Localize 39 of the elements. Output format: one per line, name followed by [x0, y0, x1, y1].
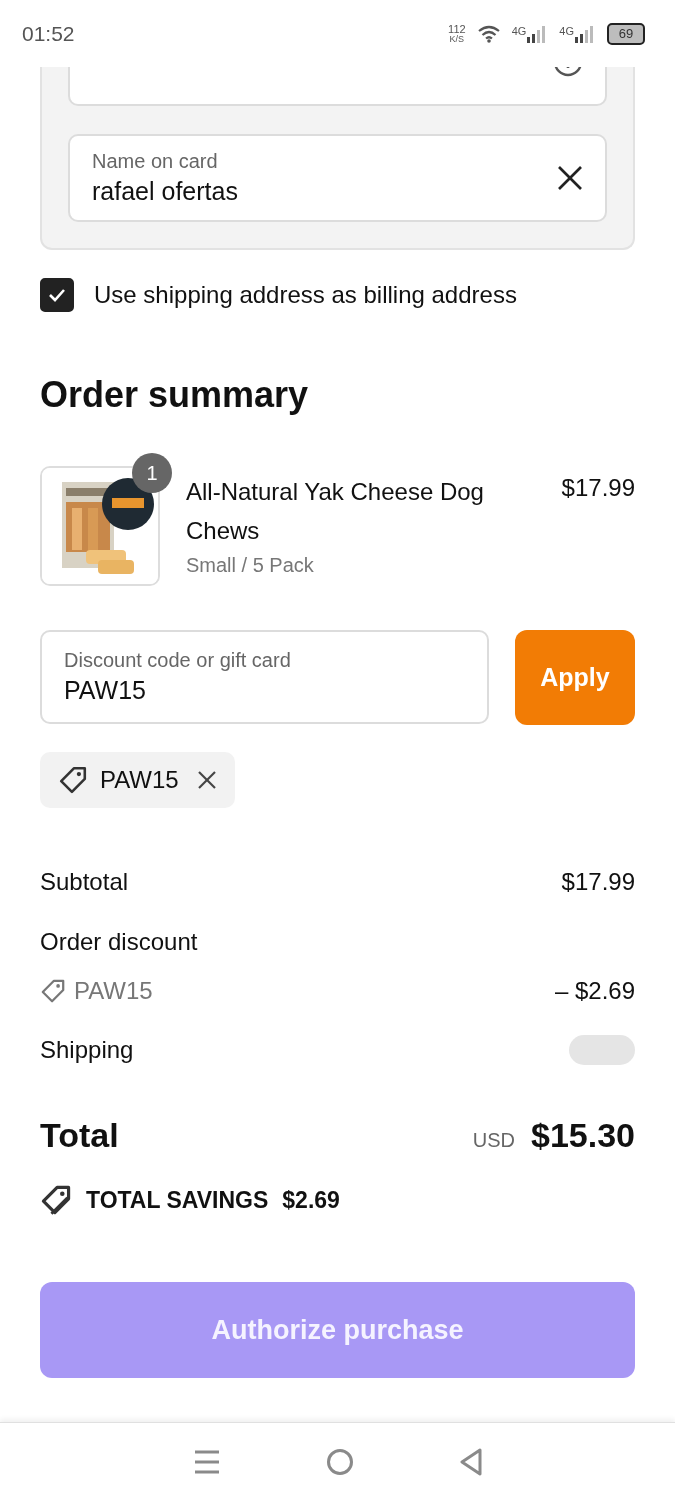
quantity-badge: 1 — [132, 453, 172, 493]
line-label: Subtotal — [40, 868, 129, 896]
discount-amount: – $2.69 — [554, 977, 635, 1005]
total-amount: $15.30 — [531, 1115, 635, 1155]
back-icon[interactable] — [458, 1447, 483, 1476]
network-speed: 112 — [448, 23, 466, 35]
savings-label: TOTAL SAVINGS — [86, 1186, 269, 1214]
discount-code: PAW15 — [100, 766, 179, 794]
checkbox[interactable] — [40, 278, 74, 312]
network-type: 4G — [511, 24, 527, 37]
menu-icon[interactable] — [192, 1448, 221, 1475]
input-field[interactable]: Name on card rafael ofertas — [68, 134, 607, 222]
product-variant: Small / 5 Pack — [186, 554, 315, 577]
currency-code: USD — [472, 1128, 515, 1152]
section-heading: Order summary — [40, 374, 310, 416]
network-type: 4G — [559, 24, 574, 37]
savings-amount: $2.69 — [282, 1186, 340, 1214]
wifi-icon — [477, 24, 500, 43]
input-field[interactable]: Discount code or gift card PAW15 — [40, 630, 489, 724]
tag-icon — [40, 1184, 72, 1216]
product-price: $17.99 — [561, 474, 635, 502]
discount-code: PAW15 — [74, 977, 153, 1005]
product-name: All-Natural Yak Cheese Dog Chews — [186, 477, 485, 546]
signal-icon — [575, 24, 595, 43]
checkbox-label: Use shipping address as billing address — [94, 281, 517, 309]
line-label: Shipping — [40, 1036, 134, 1064]
home-icon[interactable] — [325, 1447, 354, 1476]
signal-icon — [527, 24, 548, 43]
battery-level: 69 — [618, 26, 634, 41]
line-amount: $17.99 — [561, 868, 635, 896]
total-label: Total — [40, 1115, 119, 1155]
check-icon — [48, 288, 66, 302]
network-speed-unit: K/S — [449, 34, 465, 44]
close-icon[interactable] — [557, 165, 583, 191]
clock-time: 01:52 — [22, 21, 75, 46]
tag-icon — [40, 978, 66, 1004]
line-label: Order discount — [40, 928, 198, 956]
tag-icon — [58, 765, 88, 795]
close-icon[interactable] — [196, 770, 217, 790]
